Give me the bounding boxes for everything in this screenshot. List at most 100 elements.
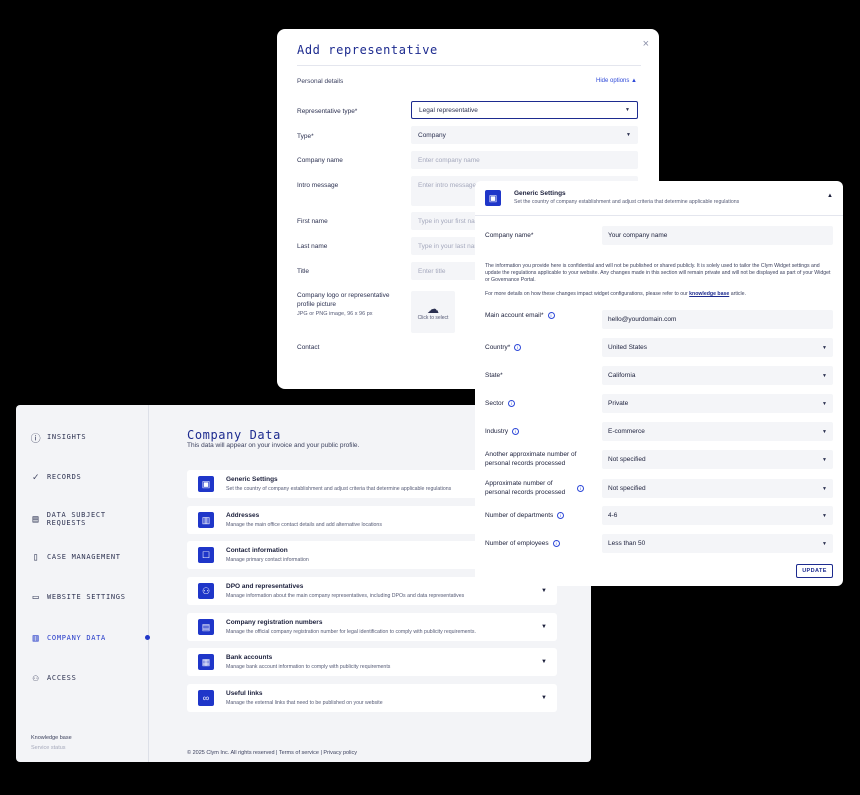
close-icon[interactable]: × <box>643 38 649 50</box>
building-icon: ▥ <box>32 632 40 644</box>
last-name-label: Last name <box>297 243 328 250</box>
country-value: United States <box>608 344 648 351</box>
caret-down-icon: ▼ <box>822 372 827 379</box>
chevron-down-icon[interactable]: ▼ <box>541 659 547 665</box>
caret-down-icon: ▼ <box>822 485 827 492</box>
card-title: Generic Settings <box>226 476 278 483</box>
info-icon[interactable]: i <box>552 540 560 547</box>
chevron-down-icon[interactable]: ▼ <box>541 588 547 594</box>
last-name-placeholder: Type in your last name <box>418 242 484 250</box>
card-desc: Manage bank account information to compl… <box>226 664 391 670</box>
chevron-down-icon[interactable]: ▼ <box>541 624 547 630</box>
users-icon: ⚇ <box>32 672 40 684</box>
state-value: California <box>608 372 636 379</box>
records-label: Approximate number of personal records p… <box>485 479 597 497</box>
logo-upload[interactable]: ☁ Click to select <box>411 291 455 333</box>
knowledge-base-link[interactable]: Knowledge base <box>31 735 72 741</box>
info-icon[interactable]: i <box>577 484 584 492</box>
info-icon[interactable]: i <box>547 312 555 319</box>
contact-icon: ☐ <box>198 547 214 563</box>
caret-down-icon: ▼ <box>822 428 827 435</box>
title-placeholder: Enter title <box>418 267 446 275</box>
label-text: Sector <box>485 400 504 407</box>
service-status-link[interactable]: Service status <box>31 745 66 751</box>
state-label: State* <box>485 371 503 380</box>
upload-label: Click to select <box>417 314 449 321</box>
check-circle-icon: ✓ <box>32 471 40 483</box>
first-name-placeholder: Type in your first name <box>418 217 484 225</box>
dialog-title: Add representative <box>297 43 438 57</box>
sector-select[interactable]: Private ▼ <box>602 394 833 413</box>
rep-type-value: Legal representative <box>419 106 478 114</box>
chevron-down-icon[interactable]: ▼ <box>541 695 547 701</box>
card-desc: Manage the official company registration… <box>226 629 476 635</box>
card-desc: Manage the external links that need to b… <box>226 700 383 706</box>
card-company-registration[interactable]: ▤ Company registration numbers Manage th… <box>187 613 557 641</box>
clipboard-icon: ▣ <box>485 190 501 206</box>
company-name-input[interactable]: Your company name <box>602 226 833 245</box>
contact-label: Contact <box>297 344 320 351</box>
chevron-up-icon[interactable]: ▲ <box>827 193 833 199</box>
company-name-label: Company name* <box>485 231 533 240</box>
another-records-select[interactable]: Not specified ▼ <box>602 450 833 469</box>
card-useful-links[interactable]: ∞ Useful links Manage the external links… <box>187 684 557 712</box>
card-bank-accounts[interactable]: ▦ Bank accounts Manage bank account info… <box>187 648 557 676</box>
another-records-label: Another approximate number of personal r… <box>485 450 590 468</box>
folder-icon: ▯ <box>32 551 40 563</box>
type-select[interactable]: Company ▼ <box>411 126 638 144</box>
divider <box>297 65 641 66</box>
card-desc: Manage primary contact information <box>226 557 309 563</box>
building-icon: ▥ <box>198 512 214 528</box>
country-select[interactable]: United States ▼ <box>602 338 833 357</box>
state-select[interactable]: California ▼ <box>602 366 833 385</box>
nav-label: COMPANY DATA <box>47 634 106 642</box>
nav-insights[interactable]: ⓘ INSIGHTS <box>30 431 86 445</box>
email-input[interactable]: hello@yourdomain.com <box>602 310 833 329</box>
company-name-value: Your company name <box>608 232 668 239</box>
label-text: Company name* <box>485 232 534 239</box>
hide-options-label: Hide options <box>596 78 630 84</box>
rep-type-select[interactable]: Legal representative ▼ <box>411 101 638 119</box>
employees-value: Less than 50 <box>608 540 646 547</box>
upload-cloud-icon: ☁ <box>427 301 439 316</box>
nav-data-subject-requests[interactable]: ▤ DATA SUBJECT REQUESTS <box>30 511 148 527</box>
card-desc: Manage information about the main compan… <box>226 593 465 599</box>
knowledge-base-link[interactable]: knowledge base <box>689 291 729 297</box>
page-title: Company Data <box>187 428 281 442</box>
caret-down-icon: ▼ <box>822 456 827 463</box>
update-button[interactable]: UPDATE <box>796 564 833 578</box>
card-title: Useful links <box>226 690 263 697</box>
bank-icon: ▦ <box>198 654 214 670</box>
card-desc: Set the country of company establishment… <box>226 486 452 492</box>
id-card-icon: ▤ <box>198 619 214 635</box>
clipboard-icon: ▣ <box>198 476 214 492</box>
nav-company-data[interactable]: ▥ COMPANY DATA <box>30 632 106 644</box>
info-icon[interactable]: i <box>512 428 520 435</box>
employees-select[interactable]: Less than 50 ▼ <box>602 534 833 553</box>
title-label: Title <box>297 268 310 275</box>
knowledge-note: For more details on how these changes im… <box>485 291 835 298</box>
nav-case-management[interactable]: ▯ CASE MANAGEMENT <box>30 551 121 563</box>
another-records-value: Not specified <box>608 456 646 463</box>
departments-select[interactable]: 4-6 ▼ <box>602 506 833 525</box>
nav-records[interactable]: ✓ RECORDS <box>30 471 81 483</box>
confidential-note: The information you provide here is conf… <box>485 263 831 283</box>
nav-website-settings[interactable]: ▭ WEBSITE SETTINGS <box>30 591 126 603</box>
records-select[interactable]: Not specified ▼ <box>602 479 833 498</box>
intro-label: Intro message <box>297 182 339 189</box>
caret-down-icon: ▼ <box>822 344 827 351</box>
note-prefix: For more details on how these changes im… <box>485 291 688 297</box>
info-icon[interactable]: i <box>514 344 522 351</box>
nav-access[interactable]: ⚇ ACCESS <box>30 672 77 684</box>
logo-hint: JPG or PNG image, 96 x 96 px <box>297 311 373 317</box>
caret-down-icon: ▼ <box>625 107 630 113</box>
company-name-input[interactable]: Enter company name <box>411 151 638 169</box>
info-icon[interactable]: i <box>557 512 565 519</box>
info-icon[interactable]: i <box>507 400 515 407</box>
rep-type-label: Representative type* <box>297 108 358 115</box>
industry-select[interactable]: E-commerce ▼ <box>602 422 833 441</box>
industry-label: Industry i <box>485 427 520 436</box>
caret-down-icon: ▼ <box>822 512 827 519</box>
hide-options-link[interactable]: Hide options ▲ <box>596 78 637 84</box>
company-name-placeholder: Enter company name <box>418 156 480 164</box>
